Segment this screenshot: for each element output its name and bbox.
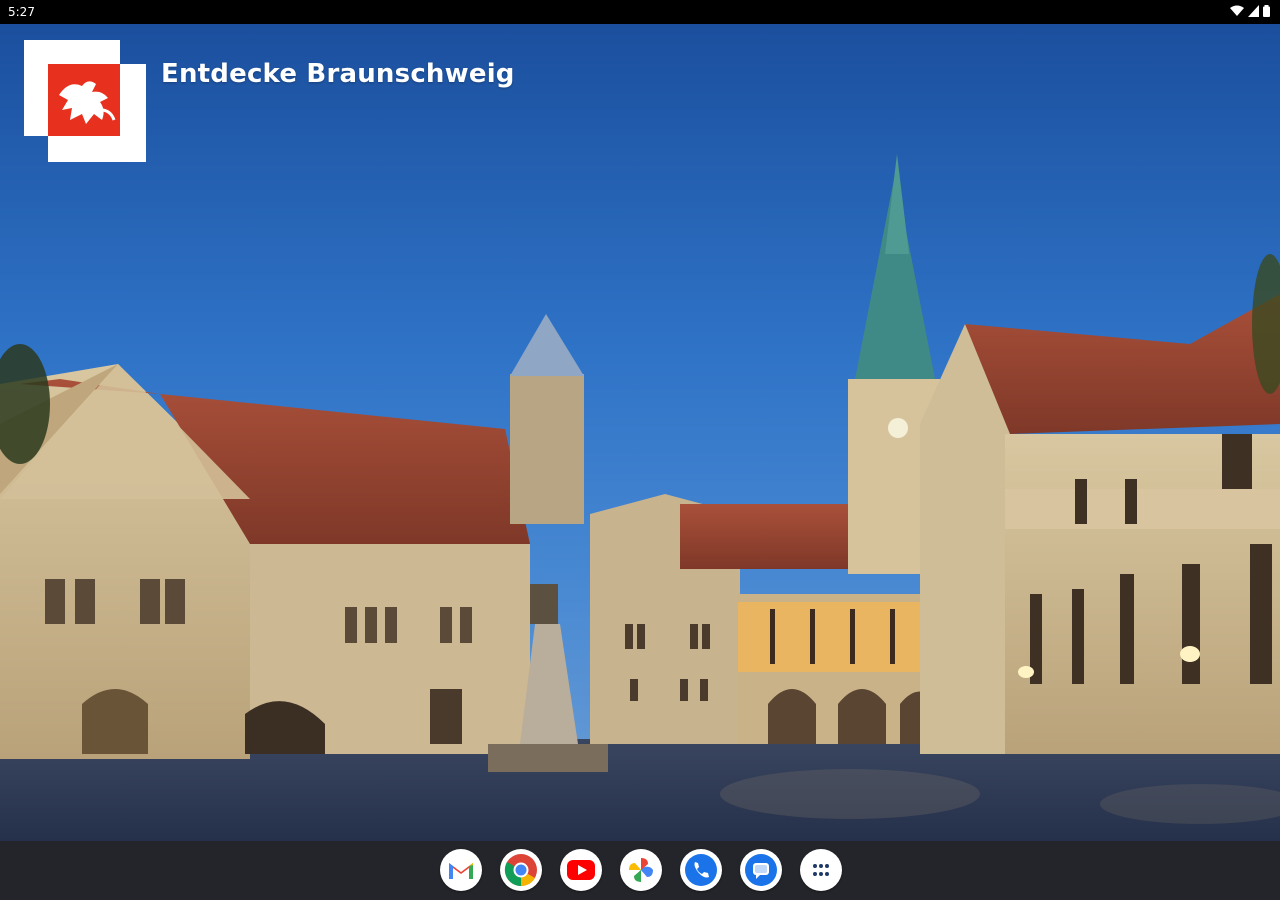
burgplatz-photo: [0, 154, 1280, 841]
photos-icon[interactable]: [620, 849, 662, 891]
app-drawer-icon[interactable]: [800, 849, 842, 891]
youtube-icon[interactable]: [560, 849, 602, 891]
braunschweig-lion-logo: [24, 40, 146, 162]
status-bar: 5:27: [0, 0, 1280, 24]
app-dock: [440, 849, 842, 891]
taskbar: [0, 841, 1280, 900]
app-title: Entdecke Braunschweig: [161, 59, 515, 89]
status-time: 5:27: [8, 5, 35, 19]
gmail-icon[interactable]: [440, 849, 482, 891]
battery-icon: [1263, 5, 1270, 20]
wifi-icon: [1230, 5, 1244, 20]
signal-icon: [1248, 5, 1259, 20]
phone-icon[interactable]: [680, 849, 722, 891]
hero-image: Entdecke Braunschweig: [0, 24, 1280, 841]
chrome-icon[interactable]: [500, 849, 542, 891]
messages-icon[interactable]: [740, 849, 782, 891]
